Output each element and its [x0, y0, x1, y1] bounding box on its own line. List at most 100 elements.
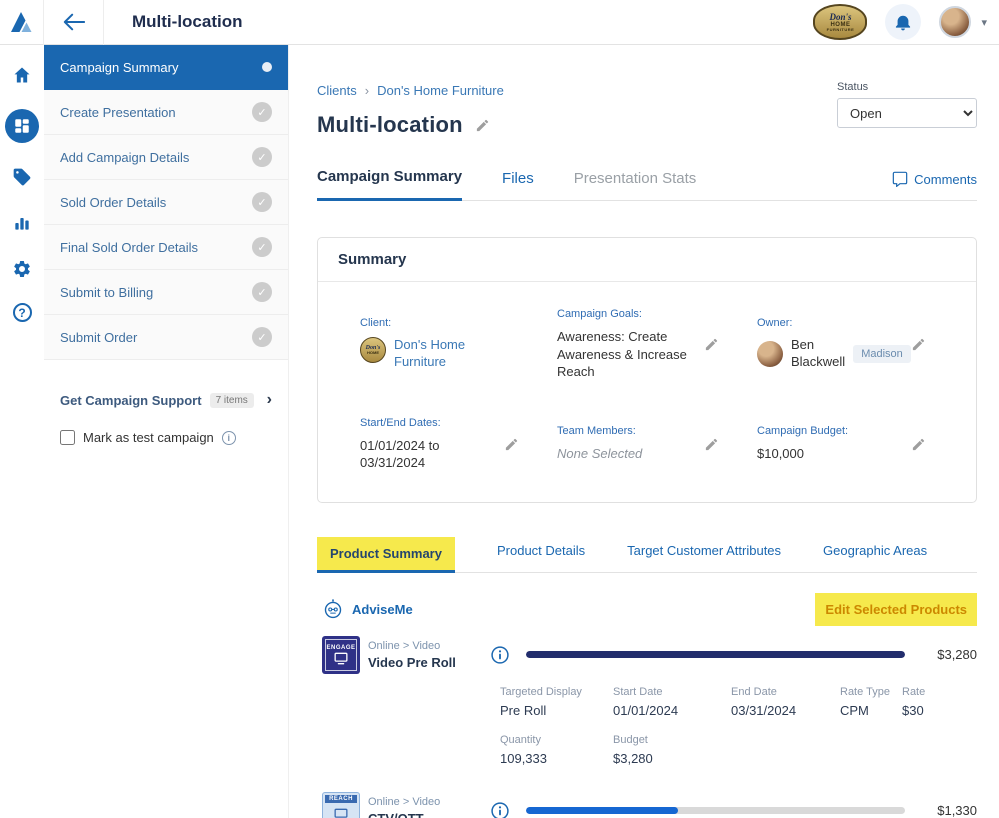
field-label: Budget [613, 734, 731, 746]
sidebar-item-submit-order[interactable]: Submit Order [44, 315, 288, 360]
user-avatar[interactable] [939, 6, 971, 38]
edit-title-icon[interactable] [475, 118, 490, 133]
reach-product-icon: REACH [322, 792, 360, 818]
info-icon[interactable] [222, 431, 236, 445]
team-value: None Selected [557, 445, 642, 463]
status-select[interactable]: Open [837, 98, 977, 128]
summary-budget-cell: Campaign Budget: $10,000 [757, 417, 964, 472]
bell-icon [893, 12, 913, 32]
product-name: Video Pre Roll [368, 655, 490, 670]
tab-geographic-areas[interactable]: Geographic Areas [823, 543, 927, 572]
sidebar-item-label: Submit Order [60, 330, 137, 345]
summary-team-cell: Team Members: None Selected [557, 417, 757, 472]
sidebar-item-sold-order-details[interactable]: Sold Order Details [44, 180, 288, 225]
user-menu-caret-icon[interactable]: ▾ [981, 16, 987, 29]
budget-progress-bar [526, 807, 905, 814]
edit-budget-icon[interactable] [911, 437, 926, 452]
comments-button[interactable]: Comments [892, 171, 977, 200]
main-content: Clients › Don's Home Furniture Multi-loc… [289, 45, 999, 818]
product-name: CTV/OTT [368, 811, 490, 818]
team-label: Team Members: [557, 425, 642, 437]
edit-owner-icon[interactable] [911, 337, 926, 352]
client-mini-logo: Don's Home [360, 337, 386, 363]
app-logo-icon [9, 11, 35, 33]
sidebar-item-label: Create Presentation [60, 105, 176, 120]
field-label: Quantity [500, 734, 613, 746]
product-info-icon[interactable] [490, 645, 510, 665]
product-field: Quantity 109,333 [500, 734, 613, 766]
client-label: Client: [360, 317, 490, 329]
sidebar-item-create-presentation[interactable]: Create Presentation [44, 90, 288, 135]
robot-icon [322, 598, 344, 620]
dashboard-icon[interactable] [5, 109, 39, 143]
analytics-icon[interactable] [10, 211, 34, 235]
sidebar-item-label: Campaign Summary [60, 60, 179, 75]
product-fields: Targeted Display Pre Roll Start Date 01/… [500, 686, 977, 766]
test-campaign-row: Mark as test campaign [44, 420, 288, 455]
budget-value: $10,000 [757, 445, 848, 463]
product-amount: $3,280 [921, 647, 977, 662]
back-arrow-icon [63, 13, 85, 31]
dates-label: Start/End Dates: [360, 417, 470, 429]
product-field: Rate $30 [902, 686, 977, 718]
tab-presentation-stats[interactable]: Presentation Stats [574, 170, 697, 200]
back-button[interactable] [44, 0, 104, 45]
dates-value: 01/01/2024 to 03/31/2024 [360, 437, 470, 472]
test-campaign-checkbox[interactable] [60, 430, 75, 445]
edit-selected-products-button[interactable]: Edit Selected Products [815, 593, 977, 626]
page-title: Multi-location [317, 112, 463, 138]
tab-files[interactable]: Files [502, 170, 534, 200]
product-badge-text: ENGAGE [326, 645, 355, 651]
tag-icon[interactable] [10, 165, 34, 189]
breadcrumb-clients-link[interactable]: Clients [317, 83, 357, 98]
product-field: End Date 03/31/2024 [731, 686, 840, 718]
settings-icon[interactable] [10, 257, 34, 281]
goals-label: Campaign Goals: [557, 308, 697, 320]
summary-goals-cell: Campaign Goals: Awareness: Create Awaren… [557, 308, 757, 381]
topbar: Multi-location Don's Home Furniture ▾ [0, 0, 999, 45]
field-label: Targeted Display [500, 686, 613, 698]
active-step-dot-icon [262, 62, 272, 72]
tab-campaign-summary[interactable]: Campaign Summary [317, 168, 462, 201]
product-info-icon[interactable] [490, 801, 510, 818]
owner-market-badge: Madison [853, 345, 911, 363]
comment-icon [892, 171, 908, 187]
product-row: REACH Online > Video CTV/OTT $1,330 [317, 792, 977, 818]
product-category: Online > Video [368, 796, 490, 808]
window-title: Multi-location [132, 12, 242, 32]
field-value: 01/01/2024 [613, 703, 731, 718]
adviseme-row: AdviseMe Edit Selected Products [317, 593, 977, 626]
owner-avatar [757, 341, 783, 367]
support-label: Get Campaign Support [60, 393, 202, 408]
sidebar-item-final-sold-order-details[interactable]: Final Sold Order Details [44, 225, 288, 270]
check-circle-icon [252, 102, 272, 122]
app-logo[interactable] [0, 0, 44, 45]
status-label: Status [837, 81, 977, 93]
get-campaign-support[interactable]: Get Campaign Support 7 items › [44, 380, 288, 420]
monitor-icon [333, 652, 349, 665]
check-circle-icon [252, 327, 272, 347]
sidebar-item-campaign-summary[interactable]: Campaign Summary [44, 45, 288, 90]
tab-product-summary[interactable]: Product Summary [317, 537, 455, 573]
sidebar-item-label: Submit to Billing [60, 285, 153, 300]
budget-progress-fill [526, 651, 905, 658]
edit-team-icon[interactable] [704, 437, 719, 452]
help-icon[interactable] [13, 303, 32, 322]
sidebar-item-label: Sold Order Details [60, 195, 166, 210]
field-value: $30 [902, 703, 977, 718]
engage-product-icon: ENGAGE [322, 636, 360, 674]
breadcrumb-current-link[interactable]: Don's Home Furniture [377, 83, 504, 98]
owner-label: Owner: [757, 317, 911, 329]
client-link[interactable]: Don's Home Furniture [394, 337, 490, 371]
tab-product-details[interactable]: Product Details [497, 543, 585, 572]
check-circle-icon [252, 147, 272, 167]
notifications-button[interactable] [885, 4, 921, 40]
goals-value: Awareness: Create Awareness & Increase R… [557, 328, 697, 381]
tab-target-customer-attributes[interactable]: Target Customer Attributes [627, 543, 781, 572]
edit-dates-icon[interactable] [504, 437, 519, 452]
sidebar-item-submit-to-billing[interactable]: Submit to Billing [44, 270, 288, 315]
edit-goals-icon[interactable] [704, 337, 719, 352]
sidebar-item-add-campaign-details[interactable]: Add Campaign Details [44, 135, 288, 180]
client-logo-badge: Don's Home Furniture [813, 4, 867, 40]
home-icon[interactable] [10, 63, 34, 87]
